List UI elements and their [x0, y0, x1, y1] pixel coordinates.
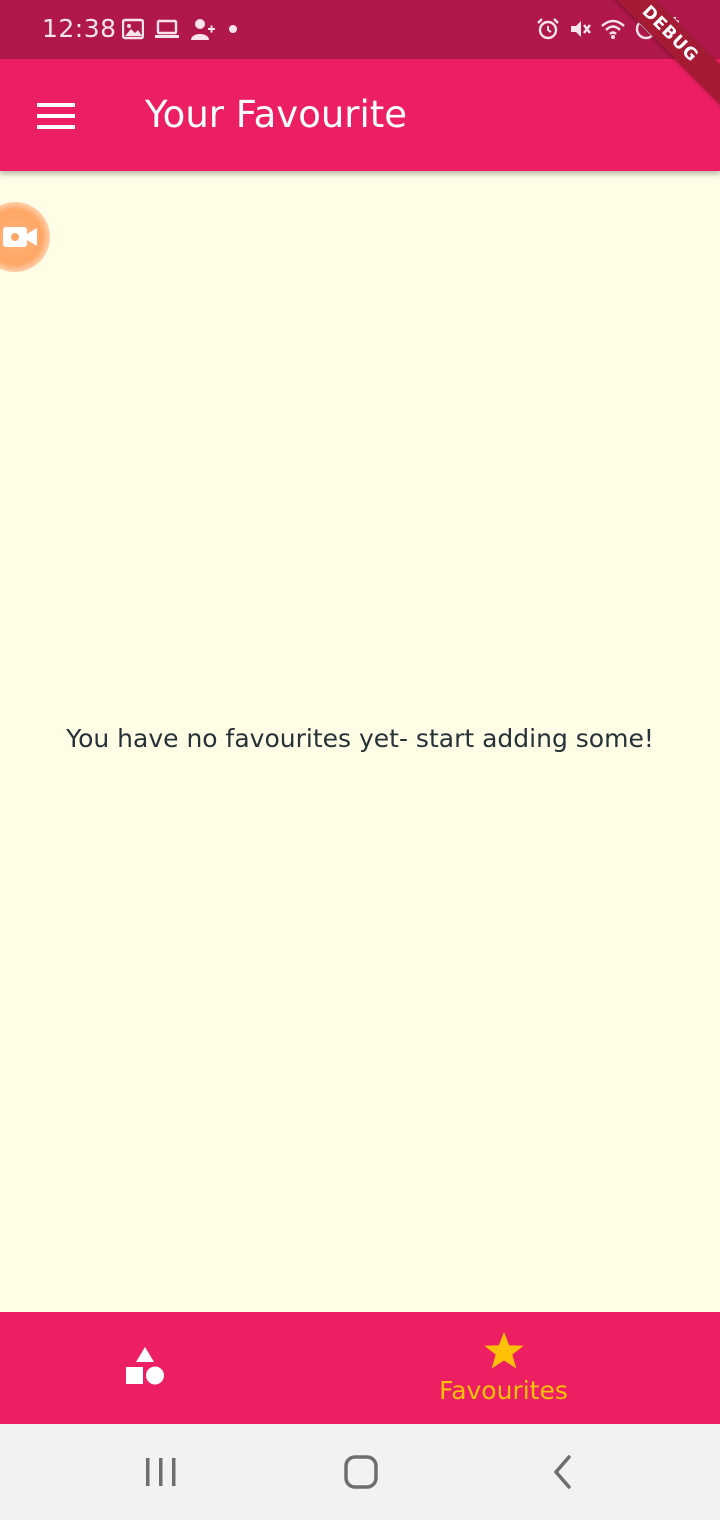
person-add-icon	[191, 19, 215, 40]
back-icon[interactable]	[550, 1454, 576, 1490]
status-bar: 12:38	[0, 0, 720, 59]
nav-label-favourites: Favourites	[439, 1376, 568, 1405]
screen-recorder-bubble[interactable]	[0, 202, 50, 272]
hamburger-menu-icon	[37, 103, 75, 129]
status-notification-icons	[122, 17, 240, 41]
system-navigation-bar	[0, 1424, 720, 1520]
empty-favourites-message: You have no favourites yet- start adding…	[66, 724, 654, 753]
app-bar: Your Favourite	[0, 59, 720, 171]
video-camera-icon	[3, 227, 37, 247]
page-title: Your Favourite	[145, 93, 408, 136]
dot-icon	[229, 25, 237, 33]
wifi-icon	[601, 19, 625, 39]
alarm-icon	[537, 18, 559, 40]
laptop-icon	[155, 19, 179, 38]
image-icon	[122, 18, 144, 40]
nav-item-favourites[interactable]: Favourites	[287, 1312, 720, 1424]
status-time: 12:38	[42, 14, 117, 43]
mute-icon	[571, 21, 591, 37]
home-icon[interactable]	[343, 1454, 379, 1490]
star-icon	[484, 1332, 524, 1369]
menu-button[interactable]	[22, 93, 90, 139]
bottom-navigation-bar: Favourites	[0, 1312, 720, 1424]
category-shapes-icon	[126, 1347, 164, 1385]
recent-apps-icon[interactable]	[144, 1454, 178, 1490]
